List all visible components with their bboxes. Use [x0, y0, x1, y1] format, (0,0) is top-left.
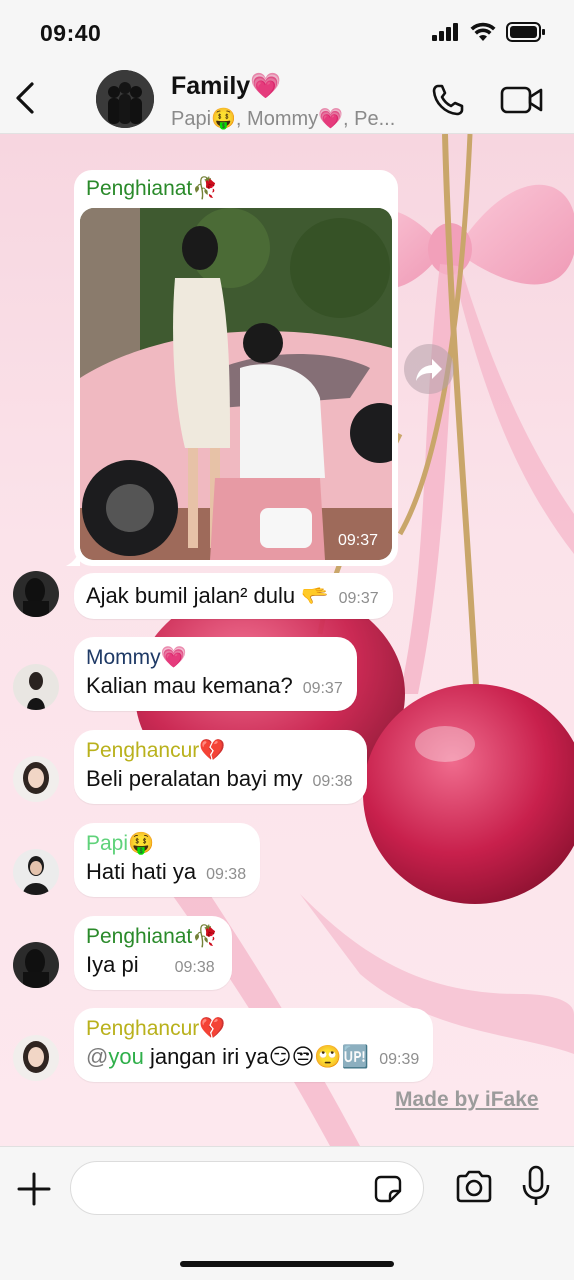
message-time: 09:38 [174, 959, 215, 976]
message-bubble[interactable]: Penghianat🥀 Iya pi 09:38 [74, 916, 233, 990]
group-avatar[interactable] [96, 70, 154, 128]
message-input[interactable] [70, 1161, 424, 1215]
message-time: 09:37 [302, 680, 343, 697]
home-indicator[interactable] [180, 1261, 394, 1267]
message-row: Beli peralatan bayi my 09:38 [86, 764, 353, 797]
photo-message[interactable]: Penghianat🥀 09:37 [74, 170, 398, 566]
message-text: Iya pi [86, 952, 139, 977]
group-title[interactable]: Family💗 [171, 72, 281, 101]
message-row: Hati hati ya 09:38 [86, 857, 246, 890]
message-row: Iya pi 09:38 [86, 950, 218, 983]
message-sender: Penghancur💔 [86, 739, 226, 762]
status-time: 09:40 [40, 20, 102, 46]
message-bubble[interactable]: Penghancur💔 Beli peralatan bayi my 09:38 [74, 730, 367, 804]
chat-header: Family💗 Papi🤑, Mommy💗, Pe... [0, 62, 574, 134]
sender-avatar-penghianat[interactable] [13, 571, 59, 617]
wifi-icon [470, 22, 496, 41]
message-sender: Penghancur💔 [86, 1017, 226, 1040]
message-row: Ajak bumil jalan² dulu 🫳 09:37 [86, 581, 379, 614]
message-row: Kalian mau kemana? 09:37 [86, 671, 343, 704]
video-icon[interactable] [500, 84, 544, 116]
message-sender: Penghianat🥀 [86, 177, 219, 200]
sticker-icon[interactable] [373, 1174, 403, 1204]
message-sender: Mommy💗 [86, 646, 187, 669]
message-text: Beli peralatan bayi my [86, 766, 303, 791]
back-icon[interactable] [12, 80, 40, 116]
message-time: 09:37 [338, 590, 379, 607]
sender-avatar-penghancur[interactable] [13, 1035, 59, 1081]
photo-image[interactable]: 09:37 [80, 208, 392, 560]
mention-user[interactable]: you [108, 1044, 143, 1069]
photo-sender-wrap: Penghianat🥀 [74, 170, 230, 208]
message-time: 09:38 [206, 866, 247, 883]
plus-icon[interactable] [16, 1171, 52, 1207]
status-icons [432, 22, 546, 42]
sender-avatar-penghancur[interactable] [13, 756, 59, 802]
mention-link[interactable]: @you [86, 1044, 144, 1069]
message-sender: Papi🤑 [86, 832, 155, 855]
phone-icon[interactable] [430, 82, 466, 118]
sender-avatar-mommy[interactable] [13, 664, 59, 710]
message-text: Ajak bumil jalan² dulu 🫳 [86, 583, 329, 608]
group-members[interactable]: Papi🤑, Mommy💗, Pe... [171, 106, 421, 131]
message-time: 09:39 [379, 1051, 420, 1068]
forward-button[interactable] [404, 344, 454, 394]
signal-icon [432, 23, 458, 41]
status-bar: 09:40 [0, 0, 574, 62]
message-time: 09:38 [312, 773, 353, 790]
message-text: jangan iri ya😏😒🙄🆙 [143, 1044, 370, 1069]
message-text: Kalian mau kemana? [86, 673, 293, 698]
forward-icon [416, 359, 442, 381]
message-bubble[interactable]: Penghancur💔 @you jangan iri ya😏😒🙄🆙 09:39 [74, 1008, 434, 1082]
mention-at[interactable]: @ [86, 1044, 108, 1069]
message-bubble[interactable]: Mommy💗 Kalian mau kemana? 09:37 [74, 637, 357, 711]
watermark-credit[interactable]: Made by iFake [395, 1088, 539, 1112]
battery-icon [506, 22, 545, 42]
mic-icon[interactable] [521, 1165, 551, 1207]
photo-timestamp: 09:37 [337, 532, 378, 549]
message-sender: Penghianat🥀 [86, 925, 219, 948]
sender-avatar-penghianat[interactable] [13, 942, 59, 988]
camera-icon[interactable] [454, 1167, 494, 1207]
message-row: @you jangan iri ya😏😒🙄🆙 09:39 [86, 1042, 419, 1075]
message-composer [0, 1146, 574, 1280]
bubble-tail [66, 548, 80, 566]
message-text: Hati hati ya [86, 859, 197, 884]
message-bubble[interactable]: Papi🤑 Hati hati ya 09:38 [74, 823, 261, 897]
message-bubble[interactable]: Ajak bumil jalan² dulu 🫳 09:37 [74, 573, 393, 619]
sender-avatar-papi[interactable] [13, 849, 59, 895]
